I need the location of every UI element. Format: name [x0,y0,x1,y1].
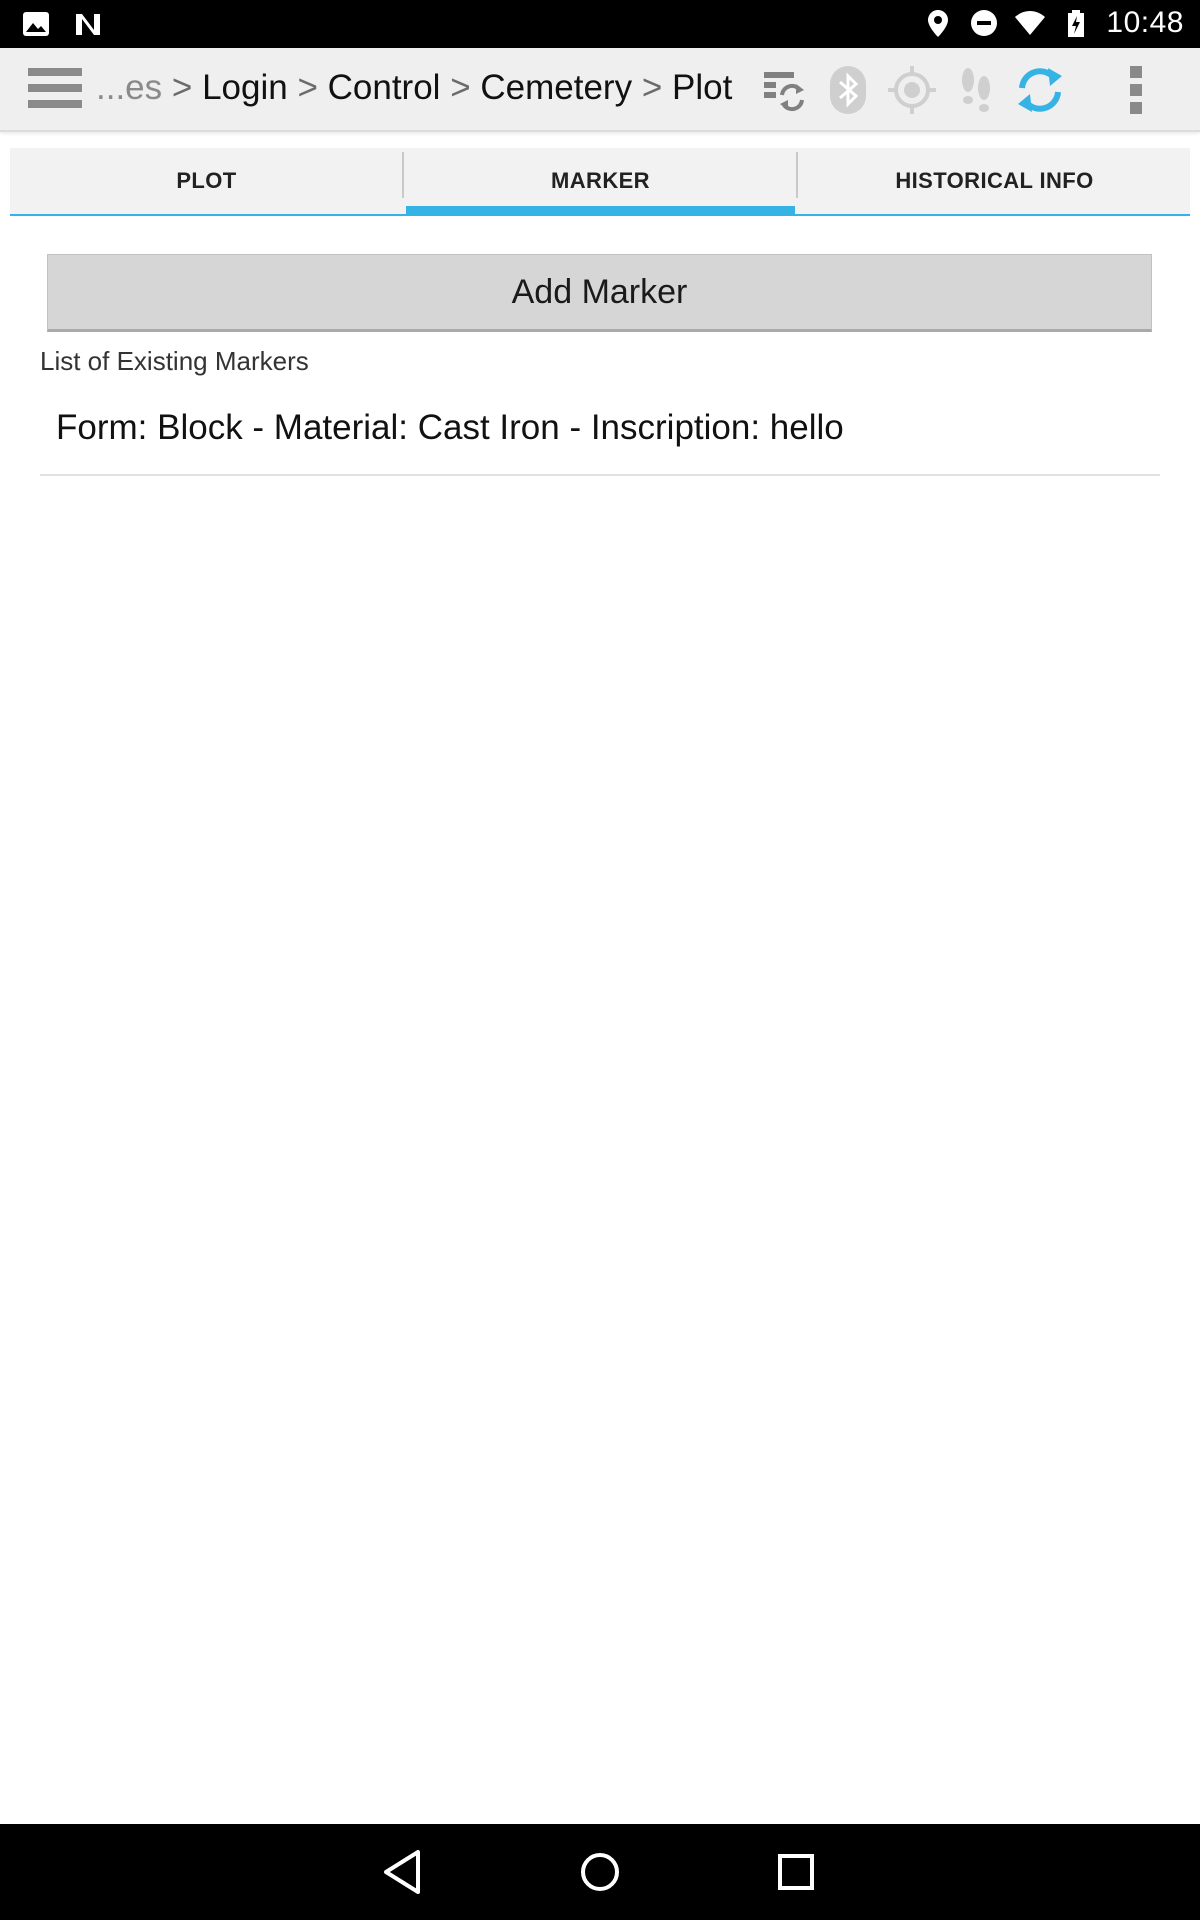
image-icon [20,8,52,40]
tab-label: PLOT [176,168,237,193]
breadcrumb-separator: > [297,68,318,107]
tab-plot[interactable]: PLOT [10,148,403,214]
breadcrumb-separator: > [641,68,663,107]
footsteps-icon[interactable] [948,62,1004,118]
sync-data-icon[interactable] [756,62,812,118]
overflow-menu-icon[interactable] [1108,62,1164,118]
breadcrumb-ellipsis[interactable]: ...es [96,68,162,107]
breadcrumb-item-control[interactable]: Control [328,68,441,107]
status-time: 10:48 [1106,6,1184,39]
breadcrumb: ...es > Login > Control > Cemetery > Plo… [96,68,732,108]
home-icon[interactable] [574,1846,626,1898]
list-heading: List of Existing Markers [40,346,309,376]
action-bar: ...es > Login > Control > Cemetery > Plo… [0,48,1200,132]
marker-list-item[interactable]: Form: Block - Material: Cast Iron - Insc… [40,400,1160,476]
do-not-disturb-icon [968,7,1000,39]
tab-bar: PLOT MARKER HISTORICAL INFO [10,148,1190,216]
breadcrumb-item-login[interactable]: Login [202,68,288,107]
add-marker-button[interactable]: Add Marker [47,254,1152,332]
wifi-icon [1014,7,1046,39]
location-icon [922,7,954,39]
n-logo-icon [72,8,104,40]
breadcrumb-separator: > [450,68,471,107]
breadcrumb-item-plot: Plot [672,68,733,107]
breadcrumb-item-cemetery[interactable]: Cemetery [480,68,632,107]
breadcrumb-separator: > [171,68,193,107]
hamburger-icon[interactable] [28,68,82,110]
status-bar: 10:48 [0,0,1200,48]
bluetooth-icon[interactable] [820,62,876,118]
tab-label: HISTORICAL INFO [895,168,1094,193]
tab-marker[interactable]: MARKER [404,148,797,216]
back-icon[interactable] [378,1846,430,1898]
tab-historical-info[interactable]: HISTORICAL INFO [798,148,1191,214]
refresh-icon[interactable] [1012,62,1068,118]
navigation-bar [0,1824,1200,1920]
marker-item-text: Form: Block - Material: Cast Iron - Insc… [56,408,844,447]
battery-icon [1060,7,1092,39]
recents-icon[interactable] [770,1846,822,1898]
gps-target-icon[interactable] [884,62,940,118]
tab-label: MARKER [551,168,650,193]
